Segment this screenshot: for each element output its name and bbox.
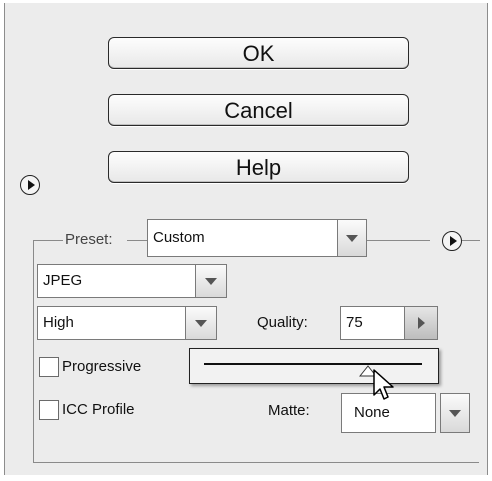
preset-select[interactable]: Custom [147,219,340,257]
matte-label: Matte: [268,402,310,419]
help-button[interactable]: Help [108,151,409,183]
preset-group-border-mid [127,240,147,241]
preset-menu-button[interactable] [442,231,462,251]
chevron-right-icon [417,317,425,329]
preset-group-border-end [462,240,480,241]
options-menu-icon [27,180,35,190]
chevron-down-icon [346,234,358,242]
preset-group-border-left [33,240,63,241]
options-menu-button[interactable] [20,175,40,195]
chevron-down-icon [449,409,461,417]
chevron-down-icon [195,319,207,327]
icc-profile-checkbox[interactable] [39,400,59,420]
ok-button[interactable]: OK [108,37,409,69]
quality-input[interactable]: 75 [340,306,406,340]
progressive-checkbox[interactable] [39,357,59,377]
quality-level-select[interactable]: High [37,306,187,340]
progressive-label: Progressive [62,358,142,375]
quality-slider-toggle[interactable] [404,306,438,340]
preset-group-border-side [33,240,34,462]
preset-group-border-right [366,240,430,241]
preset-dropdown-button[interactable] [337,219,367,257]
chevron-down-icon [205,277,217,285]
quality-slider-track[interactable] [204,363,422,365]
preset-menu-icon [449,236,457,246]
mouse-pointer-icon [373,369,394,400]
icc-profile-label: ICC Profile [62,401,135,418]
cancel-button[interactable]: Cancel [108,94,409,126]
quality-slider-popup [189,348,439,384]
preset-group-border-bottom [33,462,479,463]
quality-label: Quality: [257,314,308,331]
quality-level-dropdown-button[interactable] [185,306,217,340]
preset-label: Preset: [65,231,113,248]
format-dropdown-button[interactable] [195,264,227,298]
format-select[interactable]: JPEG [37,264,197,298]
matte-dropdown-button[interactable] [440,393,470,433]
